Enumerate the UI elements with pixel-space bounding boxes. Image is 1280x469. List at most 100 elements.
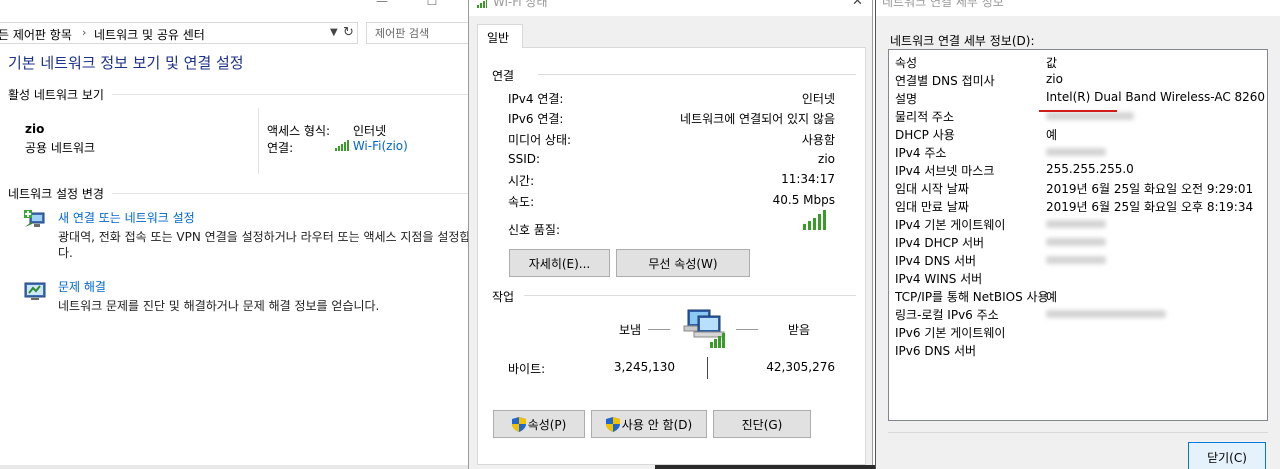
uac-shield-icon — [605, 416, 620, 432]
network-connection-details-dialog: 네트워크 연결 세부 정보 네트워크 연결 세부 정보(D): 속성 값 연결별… — [875, 0, 1280, 469]
disable-button[interactable]: 사용 안 함(D) — [591, 410, 707, 438]
redacted-value — [1046, 256, 1106, 264]
new-connection-link[interactable]: 새 연결 또는 네트워크 설정 — [58, 209, 195, 226]
diagnose-button[interactable]: 진단(G) — [713, 410, 811, 438]
vertical-divider — [258, 108, 259, 174]
troubleshoot-description: 네트워크 문제를 진단 및 해결하거나 문제 해결 정보를 얻습니다. — [58, 299, 380, 313]
access-type-value: 인터넷 — [353, 124, 387, 138]
received-label: 받음 — [788, 323, 811, 337]
troubleshoot-link[interactable]: 문제 해결 — [58, 278, 106, 295]
list-item[interactable]: 임대 만료 날짜 2019년 6월 25일 화요일 오후 8:19:34 — [889, 196, 1267, 214]
tab-general[interactable]: 일반 — [477, 24, 523, 48]
bytes-sent-value: 3,245,130 — [613, 360, 675, 374]
duration-value: 11:34:17 — [781, 172, 835, 186]
item-key: IPv4 주소 — [895, 146, 947, 160]
item-key: IPv4 서브넷 마스크 — [895, 164, 995, 178]
bytes-received-value: 42,305,276 — [766, 360, 835, 374]
column-header-property[interactable]: 속성 — [895, 54, 917, 71]
ssid-label: SSID: — [508, 152, 541, 166]
breadcrumb-parent[interactable]: 든 제어판 항목 — [0, 26, 72, 43]
troubleshoot-icon — [24, 282, 46, 300]
list-item[interactable]: TCP/IP를 통해 NetBIOS 사용 예 — [889, 286, 1267, 304]
item-value: zio — [1046, 72, 1063, 86]
list-item[interactable]: DHCP 사용 예 — [889, 124, 1267, 142]
list-item[interactable]: 연결별 DNS 접미사 zio — [889, 70, 1267, 88]
section-divider — [112, 193, 470, 194]
change-settings-heading: 네트워크 설정 변경 — [8, 187, 104, 201]
network-type: 공용 네트워크 — [25, 141, 96, 155]
wifi-connection-label[interactable]: Wi-Fi(zio) — [353, 139, 408, 153]
item-key: IPv4 DNS 서버 — [895, 254, 977, 268]
item-key: TCP/IP를 통해 NetBIOS 사용 — [895, 290, 1049, 304]
breadcrumb-current[interactable]: 네트워크 및 공유 센터 — [94, 26, 205, 43]
new-connection-icon — [24, 210, 45, 227]
connection-label: 연결: — [267, 141, 294, 155]
group-divider — [538, 74, 856, 75]
item-key: IPv6 DNS 서버 — [895, 344, 977, 358]
window-title: 네트워크 연결 세부 정보 — [882, 0, 1004, 9]
list-item[interactable]: IPv4 DNS 서버 — [889, 250, 1267, 268]
list-item[interactable]: IPv4 서브넷 마스크 255.255.255.0 — [889, 160, 1267, 178]
signal-quality-label: 신호 품질: — [508, 223, 561, 237]
activity-group-heading: 작업 — [492, 288, 515, 305]
sent-label: 보냄 — [619, 323, 642, 337]
active-networks-heading: 활성 네트워크 보기 — [8, 88, 104, 102]
column-header-value[interactable]: 값 — [1046, 54, 1057, 71]
chevron-right-icon: › — [82, 26, 87, 39]
ipv4-connection-label: IPv4 연결: — [508, 92, 564, 106]
list-header-row: 속성 값 — [889, 52, 1267, 70]
wifi-signal-icon — [477, 0, 487, 8]
list-item[interactable]: IPv4 DHCP 서버 — [889, 232, 1267, 250]
address-bar[interactable]: 든 제어판 항목 › 네트워크 및 공유 센터 ▼ — [0, 22, 358, 44]
list-item[interactable]: 설명 Intel(R) Dual Band Wireless-AC 8260 — [889, 88, 1267, 106]
details-button[interactable]: 자세히(E)... — [509, 249, 610, 277]
speed-label: 속도: — [508, 195, 535, 209]
close-button[interactable]: 닫기(C) — [1188, 442, 1266, 469]
item-key: IPv4 DHCP 서버 — [895, 236, 985, 250]
redacted-value — [1046, 238, 1106, 246]
list-item[interactable]: 임대 시작 날짜 2019년 6월 25일 화요일 오전 9:29:01 — [889, 178, 1267, 196]
list-item[interactable]: 물리적 주소 — [889, 106, 1267, 124]
description-line: 다. — [58, 246, 73, 260]
wireless-properties-button[interactable]: 무선 속성(W) — [616, 249, 750, 277]
page-title: 기본 네트워크 정보 보기 및 연결 설정 — [8, 54, 244, 72]
redacted-value — [1046, 112, 1134, 120]
list-item[interactable]: IPv4 주소 — [889, 142, 1267, 160]
ipv6-connection-label: IPv6 연결: — [508, 112, 564, 126]
item-key: IPv4 기본 게이트웨이 — [895, 218, 1006, 232]
list-item[interactable]: IPv6 DNS 서버 — [889, 340, 1267, 358]
item-value: 2019년 6월 25일 화요일 오후 8:19:34 — [1046, 200, 1254, 214]
item-key: IPv6 기본 게이트웨이 — [895, 326, 1006, 340]
minimize-icon[interactable]: — — [372, 0, 392, 8]
list-item[interactable]: IPv4 WINS 서버 — [889, 268, 1267, 286]
window-title: Wi-Fi 상태 — [493, 0, 548, 9]
item-value: 예 — [1046, 290, 1058, 304]
disable-button-label: 사용 안 함(D) — [621, 417, 693, 432]
tab-general-label: 일반 — [487, 31, 510, 45]
network-sharing-center-window: — ☐ 든 제어판 항목 › 네트워크 및 공유 센터 ▼ ↻ 기본 네트워크 … — [0, 0, 470, 469]
wifi-connection-link[interactable]: Wi-Fi(zio) — [335, 139, 408, 153]
ipv4-connection-value: 인터넷 — [801, 92, 835, 106]
chevron-down-icon[interactable]: ▼ — [330, 27, 338, 38]
taskbar-fragment — [655, 465, 875, 469]
details-list[interactable]: 속성 값 연결별 DNS 접미사 zio 설명 Intel(R) Dual Ba… — [888, 49, 1268, 421]
list-item[interactable]: IPv6 기본 게이트웨이 — [889, 322, 1267, 340]
refresh-icon[interactable]: ↻ — [343, 25, 357, 41]
item-key: 임대 만료 날짜 — [895, 200, 969, 214]
list-item[interactable]: 링크-로컬 IPv6 주소 — [889, 304, 1267, 322]
bytes-label: 바이트: — [508, 362, 546, 376]
signal-strength-icon — [803, 210, 826, 230]
close-icon[interactable]: ✕ — [852, 0, 863, 9]
title-bar[interactable]: 네트워크 연결 세부 정보 — [876, 0, 1280, 16]
sent-line — [648, 329, 670, 330]
item-value: 예 — [1046, 128, 1058, 142]
item-key: IPv4 WINS 서버 — [895, 272, 983, 286]
dialog-divider — [888, 432, 1268, 433]
search-box[interactable] — [366, 22, 470, 44]
maximize-icon[interactable]: ☐ — [422, 0, 442, 8]
title-bar[interactable]: Wi-Fi 상태 ✕ — [469, 0, 872, 16]
item-key: 임대 시작 날짜 — [895, 182, 969, 196]
search-input[interactable] — [367, 23, 470, 43]
properties-button[interactable]: 속성(P) — [493, 410, 585, 438]
list-item[interactable]: IPv4 기본 게이트웨이 — [889, 214, 1267, 232]
